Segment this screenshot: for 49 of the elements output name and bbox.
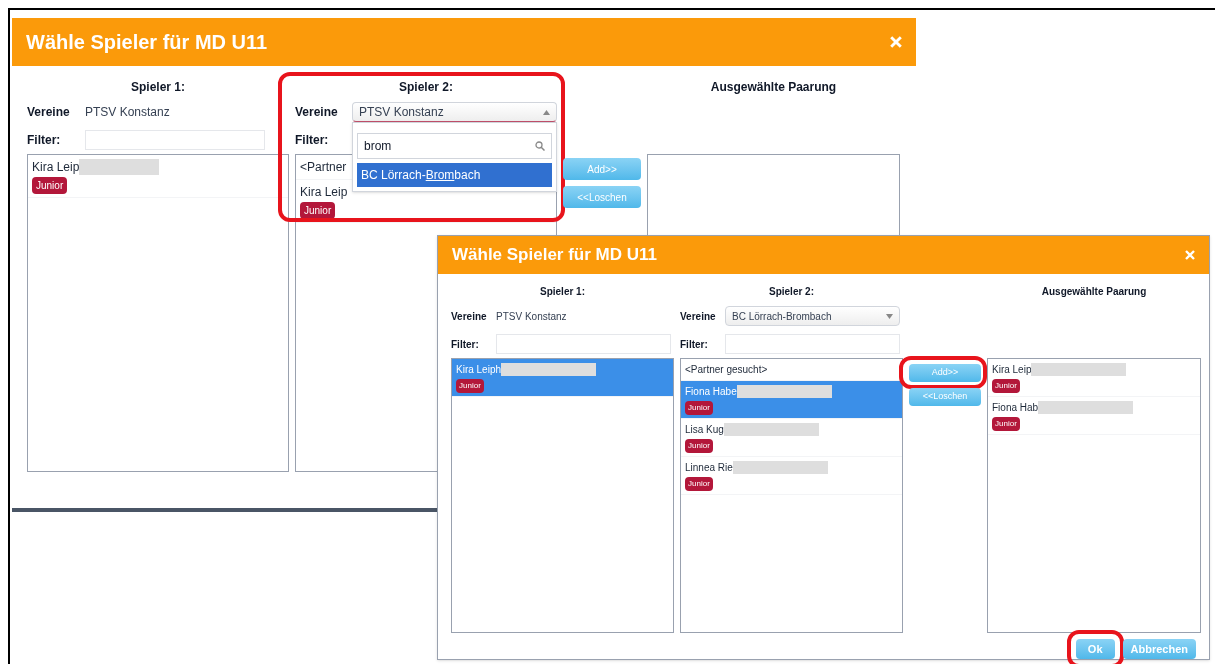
tag: Junior	[685, 401, 713, 415]
field-label: Filter:	[295, 132, 330, 149]
dialog-title: Wähle Spieler für MD U11	[26, 30, 268, 55]
tag: Junior	[685, 439, 713, 453]
column-heading: Spieler 2:	[398, 79, 454, 96]
player-name: Kira Leip	[32, 159, 80, 176]
caret-icon	[543, 109, 550, 115]
dialog-title: Wähle Spieler für MD U11	[452, 244, 657, 267]
tag: Junior	[992, 379, 1020, 393]
club-name: PTSV Konstanz	[85, 104, 170, 121]
filter-field[interactable]	[85, 130, 265, 150]
column-heading: Spieler 1:	[130, 79, 186, 96]
club-select[interactable]: BC Lörrach-Brombach	[725, 306, 900, 326]
player-name: Linnea Rie	[685, 461, 733, 475]
filter-field[interactable]	[496, 334, 671, 354]
field-label: Vereine	[680, 309, 717, 324]
field-label: Filter:	[680, 337, 709, 352]
player-name: Kira Leiph	[456, 363, 502, 377]
close-icon[interactable]	[1185, 250, 1195, 260]
filter-field[interactable]	[725, 334, 900, 354]
club-select[interactable]: PTSV Konstanz	[352, 102, 557, 122]
player-name: Lisa Kug	[685, 423, 724, 437]
player-name: Kira Leip	[992, 363, 1032, 377]
search-field[interactable]: brom	[357, 133, 552, 159]
field-label: Vereine	[27, 104, 71, 121]
player-name: Fiona Habe	[685, 385, 737, 399]
field-label: Vereine	[295, 104, 339, 121]
player-item[interactable]: Fiona Habe Junior	[681, 381, 902, 419]
column-heading: Spieler 1:	[539, 285, 586, 299]
search-icon	[535, 141, 545, 151]
player-name: <Partner gesucht>	[685, 363, 768, 377]
player-name: Kira Leip	[300, 184, 348, 201]
tag: Junior	[456, 379, 484, 393]
field-label: Vereine	[451, 309, 488, 324]
dropdown-option[interactable]: BC Lörrach-Brombach	[357, 163, 552, 187]
field-label: Filter:	[451, 337, 480, 352]
player-name: Fiona Hab	[992, 401, 1039, 415]
field-label: Filter:	[27, 132, 62, 149]
player-item[interactable]: Kira Leiph Junior	[452, 359, 673, 397]
tag: Junior	[32, 177, 68, 194]
tag: Junior	[685, 477, 713, 491]
player-name: <Partner	[300, 159, 347, 176]
column-heading: Ausgewählte Paarung	[709, 79, 838, 96]
caret-icon	[886, 313, 893, 319]
tag: Junior	[992, 417, 1020, 431]
column-heading: Ausgewählte Paarung	[1040, 285, 1148, 299]
club-name: PTSV Konstanz	[496, 309, 567, 324]
column-heading: Spieler 2:	[768, 285, 815, 299]
close-icon[interactable]	[890, 36, 902, 48]
